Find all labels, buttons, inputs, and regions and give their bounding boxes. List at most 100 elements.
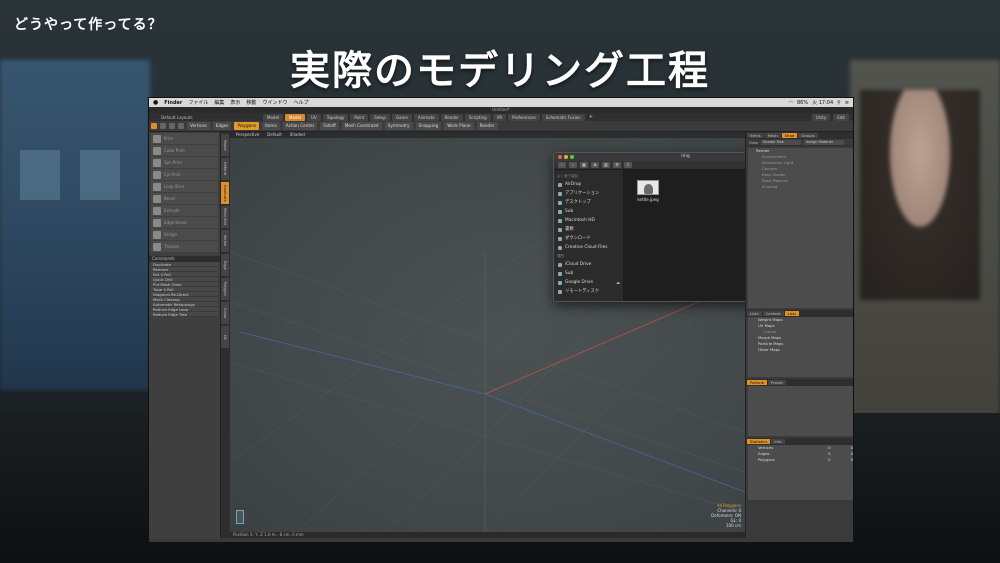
tab-render[interactable]: Render: [440, 113, 463, 121]
tool-cyl-prim[interactable]: Cyl Prim: [151, 169, 218, 180]
tab-mesh[interactable]: Mesh: [764, 133, 781, 138]
sidebar-item-downloads[interactable]: ダウンロード: [554, 234, 623, 243]
view-style-label[interactable]: Default: [267, 132, 282, 138]
tab-info[interactable]: Info: [771, 439, 785, 444]
symmetry-button[interactable]: Symmetry: [384, 122, 413, 130]
shader-tree-list[interactable]: Render Environment Directional Light Cam…: [748, 148, 853, 308]
sidebar-item-sub-drive[interactable]: Sub: [554, 269, 623, 278]
menu-view[interactable]: 表示: [230, 99, 240, 106]
add-tab-icon[interactable]: +: [587, 114, 595, 120]
particle-list[interactable]: [748, 386, 853, 436]
tab-schematic[interactable]: Schematic Fusion: [541, 113, 585, 121]
vtab-uv[interactable]: UV: [221, 326, 229, 348]
vertex-maps-list[interactable]: Weight Maps UV Maps (none) Morph Maps Pa…: [748, 317, 853, 377]
vtab-edge[interactable]: Edge: [221, 254, 229, 276]
sidebar-item-google-drive[interactable]: Google Drive ⏏: [554, 278, 623, 287]
action-center-button[interactable]: Action Center: [282, 122, 318, 130]
file-item[interactable]: kettle.jpeg: [636, 180, 660, 202]
shader-item[interactable]: Shading: [748, 184, 853, 190]
vtab-duplicate[interactable]: Duplicate: [221, 182, 229, 204]
layout-name[interactable]: Default Layouts: [151, 115, 261, 120]
snapping-button[interactable]: Snapping: [415, 122, 442, 130]
tab-topology[interactable]: Topology: [322, 113, 349, 121]
falloff-button[interactable]: Falloff: [320, 122, 339, 130]
stat-row[interactable]: Polygons 0 0: [748, 457, 853, 463]
vtab-curve[interactable]: Curve: [221, 302, 229, 324]
finder-file-area[interactable]: kettle.jpeg: [624, 170, 745, 301]
sidebar-item-macintosh-hd[interactable]: Macintosh HD: [554, 216, 623, 225]
tab-preset[interactable]: Preset: [768, 380, 786, 385]
tab-context[interactable]: Context: [762, 311, 784, 316]
vtab-vertex[interactable]: Vertex: [221, 230, 229, 252]
battery-label[interactable]: 86%: [797, 100, 808, 106]
selection-mode-icon[interactable]: [151, 123, 157, 129]
assign-material-button[interactable]: Assign Material: [804, 139, 845, 145]
tab-lists-active[interactable]: Lists: [784, 311, 800, 316]
wifi-icon[interactable]: ◠: [789, 100, 793, 106]
tab-paint[interactable]: Paint: [350, 113, 369, 121]
tool-icon[interactable]: [160, 123, 166, 129]
tool-bridge[interactable]: Bridge: [151, 229, 218, 240]
icon-view-icon[interactable]: ▦: [580, 162, 588, 168]
tab-statistics[interactable]: Statistics: [747, 439, 771, 444]
map-item[interactable]: Other Maps: [748, 347, 853, 353]
tab-model[interactable]: Model: [263, 113, 284, 121]
sidebar-item-icloud[interactable]: iCloud Drive: [554, 260, 623, 269]
items-button[interactable]: Items: [262, 122, 280, 130]
column-view-icon[interactable]: ▥: [602, 162, 610, 168]
tool-extrude[interactable]: Extrude: [151, 205, 218, 216]
finder-titlebar[interactable]: img: [554, 153, 745, 161]
tool-loop-slice[interactable]: Loop Slice: [151, 181, 218, 192]
sidebar-item-creative-cloud[interactable]: Creative Cloud Files: [554, 243, 623, 252]
vertices-button[interactable]: Vertices: [187, 122, 210, 130]
command-item[interactable]: Reduce Edge Tree: [151, 312, 218, 317]
tab-model-active[interactable]: Model: [285, 113, 306, 121]
polygons-button[interactable]: Polygons: [234, 122, 260, 130]
tool-icon[interactable]: [178, 123, 184, 129]
vtab-mesh-edit[interactable]: Mesh Edit: [221, 206, 229, 228]
tool-cube-prim[interactable]: Cube Prim: [151, 145, 218, 156]
tool-sph-prim[interactable]: Sph Prim: [151, 157, 218, 168]
tab-items[interactable]: Items: [747, 133, 764, 138]
tab-groups[interactable]: Groups: [798, 133, 818, 138]
view-shading-label[interactable]: Shaded: [290, 132, 305, 138]
render-button[interactable]: Render: [476, 122, 498, 130]
forward-icon[interactable]: ›: [569, 162, 577, 168]
apple-icon[interactable]: ●: [153, 99, 158, 106]
work-plane-button[interactable]: Work Plane: [444, 122, 474, 130]
vtab-model[interactable]: Model: [221, 134, 229, 156]
spotlight-icon[interactable]: ⚲: [837, 100, 841, 106]
tab-setup[interactable]: Setup: [370, 113, 390, 121]
tool-prim[interactable]: Prim: [151, 133, 218, 144]
mesh-constraint-button[interactable]: Mesh Constraint: [341, 122, 382, 130]
list-view-icon[interactable]: ≣: [591, 162, 599, 168]
tab-edit[interactable]: Edit: [833, 113, 849, 121]
tab-unity[interactable]: Unity: [811, 113, 831, 121]
menu-file[interactable]: ファイル: [188, 99, 208, 106]
vtab-deform[interactable]: Deform: [221, 158, 229, 180]
tab-preferences[interactable]: Preferences: [508, 113, 540, 121]
tool-thicken[interactable]: Thicken: [151, 241, 218, 252]
tab-scripting[interactable]: Scripting: [464, 113, 491, 121]
menu-help[interactable]: ヘルプ: [293, 99, 308, 106]
tab-shading[interactable]: Shad: [781, 133, 798, 138]
eject-icon[interactable]: ⏏: [616, 278, 620, 287]
tab-particle[interactable]: Particle: [747, 380, 768, 385]
3d-viewport[interactable]: Perspective Default Shaded All Polygons …: [230, 132, 745, 538]
menu-list-icon[interactable]: ≡: [845, 100, 849, 106]
menu-window[interactable]: ウインドウ: [262, 99, 287, 106]
tool-edge-bevel[interactable]: Edge Bevel: [151, 217, 218, 228]
share-icon[interactable]: ⇪: [624, 162, 632, 168]
view-select[interactable]: Shader Tree: [761, 139, 802, 145]
tab-game[interactable]: Game: [391, 113, 412, 121]
gear-icon[interactable]: ⚙: [613, 162, 621, 168]
view-type-label[interactable]: Perspective: [236, 132, 259, 138]
menu-finder[interactable]: Finder: [164, 100, 182, 106]
vtab-polygon[interactable]: Polygon: [221, 278, 229, 300]
tab-uv[interactable]: UV: [307, 113, 321, 121]
edges-button[interactable]: Edges: [212, 122, 232, 130]
sidebar-item-documents[interactable]: 書類: [554, 225, 623, 234]
back-icon[interactable]: ‹: [558, 162, 566, 168]
menu-edit[interactable]: 編集: [214, 99, 224, 106]
tab-lists[interactable]: Lists: [747, 311, 762, 316]
